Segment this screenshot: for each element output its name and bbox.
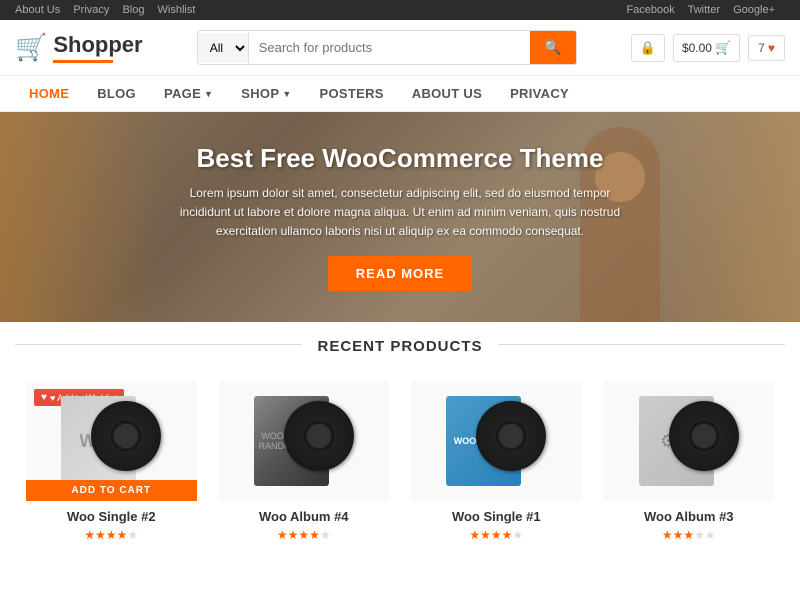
product-image-wrap: WOOTHEMES [411, 381, 582, 501]
album-vinyl [669, 401, 739, 471]
wishlist-button[interactable]: 7 ♥ [748, 35, 785, 61]
wishlist-count: 7 [758, 41, 765, 55]
product-name: Woo Single #1 [411, 509, 582, 524]
nav-page[interactable]: PAGE ▼ [150, 76, 227, 111]
topbar-about[interactable]: About Us [15, 4, 60, 16]
product-card: WOOTHEMES RANDOM SALE Woo Album #4 ★★★★★ [208, 370, 401, 553]
product-rating: ★★★★★ [26, 528, 197, 542]
product-image-wrap: ♥ ♥ Add to Wishlist Woo ADD TO CART [26, 381, 197, 501]
nav-home[interactable]: HOME [15, 76, 83, 111]
add-to-cart-button[interactable]: ADD TO CART [26, 480, 197, 501]
lock-icon: 🔒 [640, 40, 656, 56]
product-album-art: WOOTHEMES [446, 391, 546, 491]
topbar-twitter[interactable]: Twitter [688, 4, 720, 16]
section-title: RECENT PRODUCTS [0, 322, 800, 365]
product-name: Woo Single #2 [26, 509, 197, 524]
chevron-down-icon: ▼ [282, 89, 291, 99]
product-album-art: ⚙⚙ [639, 391, 739, 491]
nav-posters[interactable]: POSTERS [306, 76, 398, 111]
topbar-googleplus[interactable]: Google+ [733, 4, 775, 16]
heart-icon: ♥ [41, 392, 47, 403]
nav-privacy[interactable]: PRIVACY [496, 76, 583, 111]
search-category-select[interactable]: All [198, 33, 249, 63]
logo-cart-icon: 🛒 [15, 32, 47, 63]
album-vinyl [476, 401, 546, 471]
account-button[interactable]: 🔒 [631, 34, 665, 62]
top-bar: About Us Privacy Blog Wishlist Facebook … [0, 0, 800, 20]
product-image-wrap: WOOTHEMES RANDOM SALE [219, 381, 390, 501]
top-bar-right: Facebook Twitter Google+ [626, 4, 785, 16]
hero-cta-button[interactable]: READ MORE [328, 256, 472, 291]
product-card: WOOTHEMES Woo Single #1 ★★★★★ [400, 370, 593, 553]
album-vinyl [284, 401, 354, 471]
site-header: 🛒 Shopper All 🔍 🔒 $0.00 🛒 7 ♥ [0, 20, 800, 76]
nav-blog[interactable]: BLOG [83, 76, 150, 111]
product-image-wrap: ⚙⚙ [604, 381, 775, 501]
hero-section: Best Free WooCommerce Theme Lorem ipsum … [0, 112, 800, 322]
logo-label: Shopper [53, 32, 142, 58]
product-rating: ★★★★★ [219, 528, 390, 542]
product-album-art: WOOTHEMES RANDOM SALE [254, 391, 354, 491]
products-section: RECENT PRODUCTS ♥ ♥ Add to Wishlist Woo … [0, 322, 800, 563]
topbar-wishlist[interactable]: Wishlist [158, 4, 196, 16]
hero-title: Best Free WooCommerce Theme [170, 143, 630, 174]
logo[interactable]: 🛒 Shopper [15, 32, 143, 63]
album-vinyl [91, 401, 161, 471]
hero-body: Lorem ipsum dolor sit amet, consectetur … [170, 184, 630, 242]
topbar-privacy[interactable]: Privacy [73, 4, 109, 16]
hero-content: Best Free WooCommerce Theme Lorem ipsum … [150, 143, 650, 292]
product-rating: ★★★★★ [604, 528, 775, 542]
search-input[interactable] [249, 33, 531, 62]
search-bar: All 🔍 [197, 30, 577, 65]
logo-underline [53, 60, 113, 63]
product-card: ♥ ♥ Add to Wishlist Woo ADD TO CART Woo … [15, 370, 208, 553]
topbar-blog[interactable]: Blog [122, 4, 144, 16]
main-nav: HOME BLOG PAGE ▼ SHOP ▼ POSTERS ABOUT US… [0, 76, 800, 112]
product-name: Woo Album #4 [219, 509, 390, 524]
cart-price: $0.00 [682, 41, 712, 55]
nav-about[interactable]: ABOUT US [398, 76, 496, 111]
chevron-down-icon: ▼ [204, 89, 213, 99]
topbar-facebook[interactable]: Facebook [626, 4, 674, 16]
product-rating: ★★★★★ [411, 528, 582, 542]
search-button[interactable]: 🔍 [530, 31, 575, 64]
cart-icon: 🛒 [715, 40, 731, 56]
product-card: ⚙⚙ Woo Album #3 ★★★★★ [593, 370, 786, 553]
top-bar-left: About Us Privacy Blog Wishlist [15, 4, 205, 16]
nav-shop[interactable]: SHOP ▼ [227, 76, 305, 111]
cart-button[interactable]: $0.00 🛒 [673, 34, 740, 62]
heart-icon: ♥ [768, 41, 775, 55]
products-grid: ♥ ♥ Add to Wishlist Woo ADD TO CART Woo … [0, 365, 800, 563]
product-name: Woo Album #3 [604, 509, 775, 524]
logo-text-wrap: Shopper [53, 32, 142, 63]
product-album-art: Woo [61, 391, 161, 491]
search-icon: 🔍 [544, 39, 561, 55]
header-icons: 🔒 $0.00 🛒 7 ♥ [631, 34, 785, 62]
